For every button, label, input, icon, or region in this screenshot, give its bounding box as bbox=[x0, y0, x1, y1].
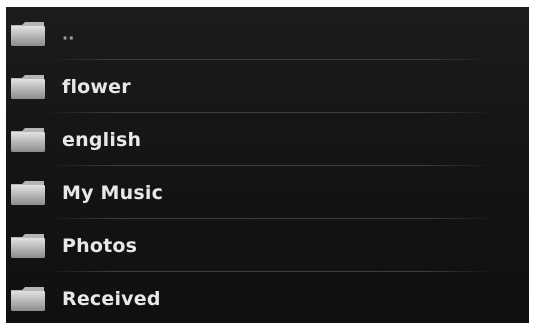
folder-icon bbox=[11, 74, 45, 99]
folder-item-received[interactable]: Received bbox=[6, 272, 529, 323]
folder-name: flower bbox=[62, 75, 131, 98]
file-browser-screen: .. flower english My Music Photos Receiv… bbox=[6, 7, 529, 323]
folder-name: Received bbox=[62, 287, 161, 310]
folder-name: My Music bbox=[62, 181, 164, 204]
folder-list: .. flower english My Music Photos Receiv… bbox=[6, 7, 529, 323]
folder-item-parent[interactable]: .. bbox=[6, 7, 529, 60]
folder-icon bbox=[11, 286, 45, 311]
folder-item-photos[interactable]: Photos bbox=[6, 219, 529, 272]
folder-item-my-music[interactable]: My Music bbox=[6, 166, 529, 219]
folder-icon bbox=[11, 180, 45, 205]
folder-name: .. bbox=[62, 24, 75, 43]
folder-icon bbox=[11, 233, 45, 258]
folder-item-flower[interactable]: flower bbox=[6, 60, 529, 113]
folder-name: english bbox=[62, 128, 142, 151]
folder-item-english[interactable]: english bbox=[6, 113, 529, 166]
folder-name: Photos bbox=[62, 234, 138, 257]
folder-icon bbox=[11, 21, 45, 46]
folder-icon bbox=[11, 127, 45, 152]
